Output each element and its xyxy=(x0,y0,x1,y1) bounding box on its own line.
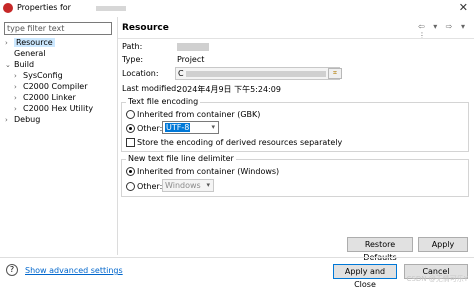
chevron-right-icon[interactable]: › xyxy=(5,115,14,126)
delimiter-other-radio[interactable] xyxy=(126,182,135,191)
type-label: Type: xyxy=(122,55,144,64)
delimiter-select[interactable]: Windows ▾ xyxy=(162,179,214,192)
delimiter-inherited-label: Inherited from container (Windows) xyxy=(137,167,280,176)
encoding-inherited-radio[interactable] xyxy=(126,110,135,119)
show-advanced-settings-link[interactable]: Show advanced settings xyxy=(25,266,123,275)
path-label: Path: xyxy=(122,42,143,51)
tree-item-label: Build xyxy=(14,60,35,69)
tree-item-sysconfig[interactable]: › SysConfig xyxy=(14,70,63,81)
encoding-other-radio[interactable] xyxy=(126,124,135,133)
location-label: Location: xyxy=(122,69,159,78)
window-title: Properties for xyxy=(17,3,71,12)
tree-item-build[interactable]: ⌄ Build xyxy=(5,59,34,70)
delimiter-select-value: Windows xyxy=(165,181,201,190)
store-encoding-label: Store the encoding of derived resources … xyxy=(137,138,343,147)
tree-item-general[interactable]: General xyxy=(5,48,46,59)
delimiter-other-label: Other: xyxy=(137,182,163,191)
help-icon[interactable]: ? xyxy=(6,264,18,276)
tree-item-label: General xyxy=(14,49,46,58)
text-encoding-group-label: Text file encoding xyxy=(126,97,201,106)
encoding-other-label: Other: xyxy=(137,124,163,133)
tree-item-label: SysConfig xyxy=(23,71,63,80)
close-icon[interactable]: ✕ xyxy=(459,1,468,14)
app-icon xyxy=(3,3,13,13)
encoding-select-value: UTF-8 xyxy=(165,123,191,132)
page-title: Resource xyxy=(122,23,169,33)
location-value: C xyxy=(178,69,184,78)
encoding-inherited-label: Inherited from container (GBK) xyxy=(137,110,261,119)
title-bar: Properties for ✕ xyxy=(0,0,474,17)
watermark: CSDN @无情可乐Y xyxy=(406,275,468,283)
redacted-project-name xyxy=(96,6,126,11)
header-separator xyxy=(118,38,474,39)
tree-item-label: C2000 Hex Utility xyxy=(23,104,94,113)
tree-item-c2000-linker[interactable]: › C2000 Linker xyxy=(14,92,76,103)
redacted-location xyxy=(186,71,326,77)
redacted-path-value xyxy=(177,43,209,51)
footer-separator xyxy=(0,257,474,258)
last-modified-value: 2024年4月9日 下午5:24:09 xyxy=(177,85,281,94)
chevron-down-icon: ▾ xyxy=(206,181,210,189)
chevron-down-icon: ▾ xyxy=(211,123,215,131)
filter-input[interactable]: type filter text xyxy=(4,22,112,35)
tree-item-debug[interactable]: › Debug xyxy=(5,114,40,125)
delimiter-inherited-radio[interactable] xyxy=(126,167,135,176)
last-modified-label: Last modified: xyxy=(122,84,179,93)
chevron-down-icon[interactable]: ⌄ xyxy=(5,60,14,71)
location-field[interactable]: C xyxy=(175,67,340,80)
sash-divider[interactable] xyxy=(117,17,118,255)
tree-item-resource[interactable]: › Resource xyxy=(5,37,55,48)
apply-button[interactable]: Apply xyxy=(418,237,468,252)
tree-item-label: Debug xyxy=(14,115,41,124)
apply-and-close-button[interactable]: Apply and Close xyxy=(333,264,397,287)
restore-defaults-button[interactable]: Restore Defaults xyxy=(347,237,413,262)
tree-item-label: C2000 Compiler xyxy=(23,82,88,91)
line-delimiter-group-label: New text file line delimiter xyxy=(126,154,236,163)
tree-item-label: Resource xyxy=(14,38,55,47)
store-encoding-checkbox[interactable] xyxy=(126,138,135,147)
encoding-select[interactable]: UTF-8 ▾ xyxy=(162,121,219,134)
tree-item-c2000-hex-utility[interactable]: › C2000 Hex Utility xyxy=(14,103,93,114)
tree-item-label: C2000 Linker xyxy=(23,93,76,102)
type-value: Project xyxy=(177,55,205,64)
tree-item-c2000-compiler[interactable]: › C2000 Compiler xyxy=(14,81,88,92)
open-folder-icon[interactable]: ⌗ xyxy=(328,68,342,79)
